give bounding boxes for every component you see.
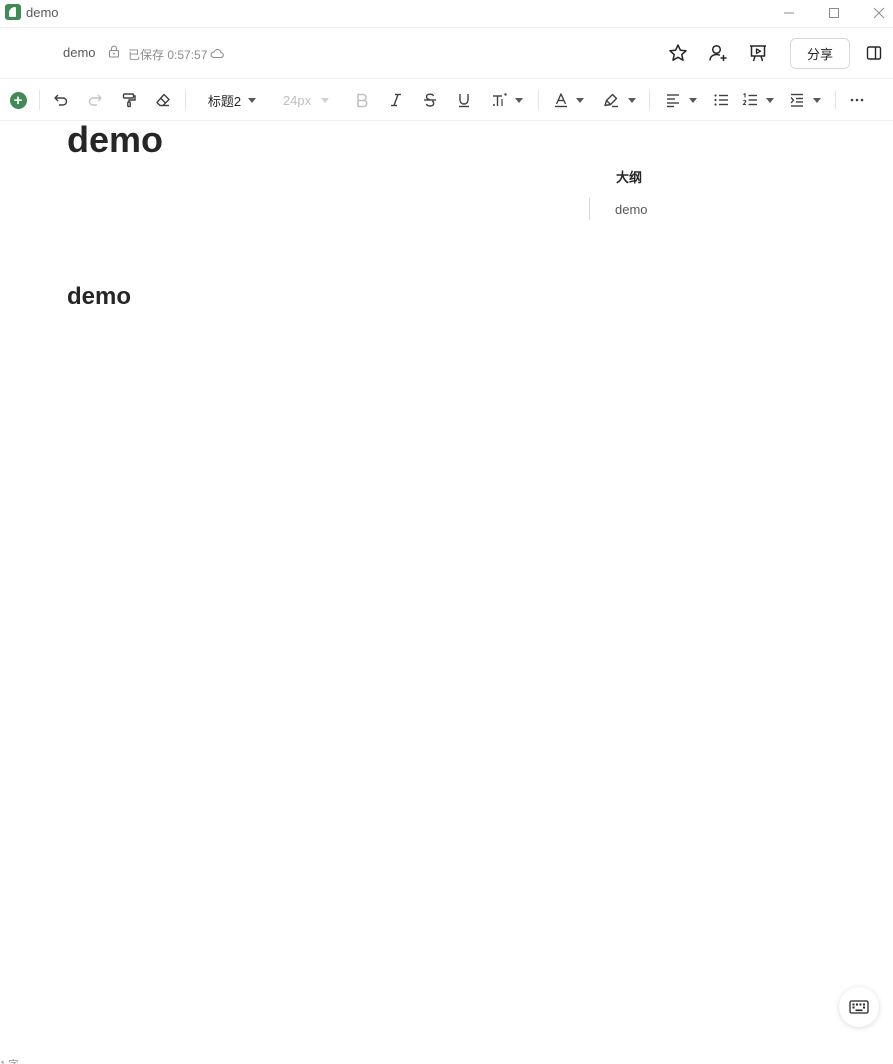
underline-icon xyxy=(459,94,469,108)
save-status: 已保存 0:57:57 xyxy=(128,48,208,62)
redo-icon xyxy=(88,94,102,106)
heading-style-select[interactable]: 标题2 xyxy=(204,88,260,112)
minimize-button[interactable] xyxy=(778,2,800,24)
indent-icon xyxy=(790,93,803,107)
indent-menu[interactable] xyxy=(787,88,823,112)
word-count: 1 字 xyxy=(0,1056,18,1064)
chevron-down-icon xyxy=(321,97,330,103)
cloud-icon[interactable] xyxy=(210,46,224,64)
chevron-down-icon xyxy=(627,97,636,103)
keyboard-icon xyxy=(849,1000,869,1014)
add-collaborator-icon[interactable] xyxy=(706,41,730,65)
text-style-icon xyxy=(493,93,507,106)
star-icon[interactable] xyxy=(666,41,690,65)
strikethrough-icon xyxy=(424,93,436,107)
close-window-button[interactable] xyxy=(868,2,890,24)
strikethrough-button[interactable] xyxy=(421,88,439,112)
toolbar-divider xyxy=(39,90,40,110)
font-color-menu[interactable] xyxy=(552,88,586,112)
undo-icon xyxy=(54,94,68,106)
chevron-down-icon xyxy=(689,97,697,103)
add-circle-icon: + xyxy=(9,91,27,109)
bold-icon xyxy=(357,93,368,108)
outline-indicator xyxy=(589,198,590,220)
outline-title: 大纲 xyxy=(616,170,643,185)
format-painter-button[interactable] xyxy=(120,88,138,112)
document-name[interactable]: demo xyxy=(63,45,96,60)
underline-button[interactable] xyxy=(455,88,473,112)
window-title: demo xyxy=(26,5,59,20)
bullet-list-button[interactable] xyxy=(712,88,730,112)
toolbar-divider xyxy=(185,90,186,110)
chevron-down-icon xyxy=(766,97,774,103)
toolbar-divider xyxy=(835,90,836,110)
toolbar-divider xyxy=(538,90,539,110)
text-style-menu[interactable] xyxy=(489,88,525,112)
window-titlebar: demo xyxy=(0,0,893,28)
outline-item[interactable]: demo xyxy=(615,202,648,217)
sidebar-toggle-icon[interactable] xyxy=(862,41,886,65)
toolbar-divider xyxy=(649,90,650,110)
more-options-button[interactable] xyxy=(848,88,866,112)
editor-toolbar: + 标题2 24px xyxy=(0,80,893,121)
chevron-down-icon xyxy=(515,97,523,103)
align-left-icon xyxy=(667,94,679,108)
italic-button[interactable] xyxy=(387,88,405,112)
ordered-list-icon xyxy=(742,92,757,106)
add-block-button[interactable]: + xyxy=(9,88,27,112)
app-logo-icon xyxy=(5,4,21,20)
heading-block[interactable]: demo xyxy=(67,283,131,311)
share-button[interactable]: 分享 xyxy=(790,38,850,69)
document-title[interactable]: demo xyxy=(67,120,163,160)
italic-icon xyxy=(391,93,401,107)
font-size-value: 24px xyxy=(282,92,312,108)
ordered-list-menu[interactable] xyxy=(740,88,776,112)
maximize-button[interactable] xyxy=(823,2,845,24)
redo-button[interactable] xyxy=(86,88,104,112)
keyboard-shortcuts-button[interactable] xyxy=(839,987,879,1027)
heading-style-value: 标题2 xyxy=(207,93,242,109)
document-header: demo 已保存 0:57:57 分享 xyxy=(0,28,893,79)
bullet-list-icon xyxy=(714,94,728,106)
highlight-icon xyxy=(603,93,618,108)
format-painter-icon xyxy=(122,93,136,108)
lock-icon[interactable] xyxy=(108,45,120,63)
bold-button[interactable] xyxy=(353,88,371,112)
chevron-down-icon xyxy=(248,97,257,103)
highlight-menu[interactable] xyxy=(601,88,637,112)
align-menu[interactable] xyxy=(663,88,699,112)
chevron-down-icon xyxy=(813,97,821,103)
font-size-select[interactable]: 24px xyxy=(279,88,333,112)
undo-button[interactable] xyxy=(52,88,70,112)
font-color-icon xyxy=(555,93,567,108)
eraser-icon xyxy=(156,93,170,107)
chevron-down-icon xyxy=(576,97,584,103)
more-icon xyxy=(850,98,864,102)
presentation-icon[interactable] xyxy=(746,41,770,65)
clear-format-button[interactable] xyxy=(154,88,172,112)
